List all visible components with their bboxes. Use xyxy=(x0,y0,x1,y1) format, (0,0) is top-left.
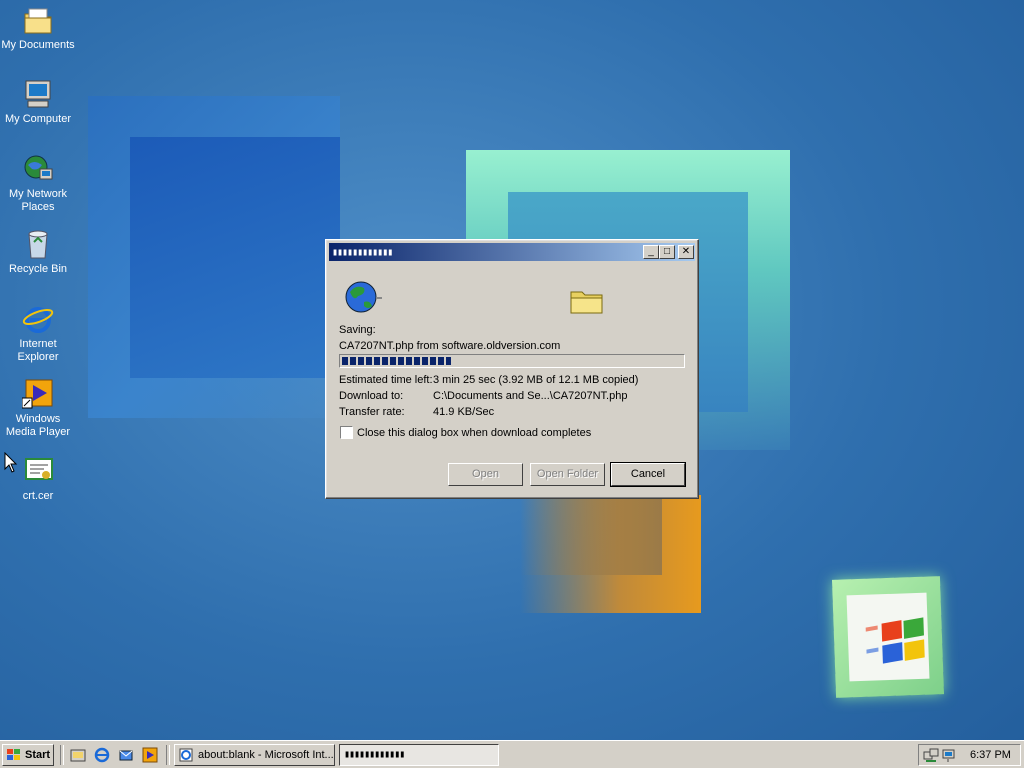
download-dialog: ▮▮▮▮▮▮▮▮▮▮▮▮ _ □ ✕ Saving: CA7207NT.php … xyxy=(325,239,699,499)
network-places-icon xyxy=(22,153,54,185)
show-desktop-icon[interactable] xyxy=(70,747,86,763)
download-to-label: Download to: xyxy=(339,390,404,402)
close-when-done-checkbox[interactable] xyxy=(340,426,353,439)
ie-page-icon xyxy=(179,748,193,762)
close-button[interactable]: ✕ xyxy=(678,245,694,259)
desktop-icon-internet-explorer[interactable]: Internet Explorer xyxy=(0,303,76,364)
mouse-cursor-icon xyxy=(4,452,18,473)
desktop-icon-my-computer[interactable]: My Computer xyxy=(0,78,76,126)
taskbar-separator xyxy=(60,745,64,765)
dialog-titlebar[interactable]: ▮▮▮▮▮▮▮▮▮▮▮▮ _ □ ✕ xyxy=(329,243,695,261)
task-label: ▮▮▮▮▮▮▮▮▮▮▮▮ xyxy=(344,749,405,760)
internet-explorer-icon xyxy=(22,303,54,335)
start-label: Start xyxy=(25,749,51,761)
globe-icon xyxy=(345,281,382,313)
media-player-quicklaunch-icon[interactable] xyxy=(142,747,158,763)
time-left-value: 3 min 25 sec (3.92 MB of 12.1 MB copied) xyxy=(433,374,639,386)
saving-label: Saving: xyxy=(339,324,376,336)
windows-logo-icon xyxy=(831,576,945,698)
progress-fill xyxy=(342,357,451,365)
minimize-button[interactable]: _ xyxy=(643,245,659,259)
time-left-label: Estimated time left: xyxy=(339,374,433,386)
start-button[interactable]: Start xyxy=(2,744,54,766)
desktop-icon-recycle-bin[interactable]: Recycle Bin xyxy=(0,228,76,276)
title-progress-text: ▮▮▮▮▮▮▮▮▮▮▮▮ xyxy=(332,247,393,258)
download-to-value: C:\Documents and Se...\CA7207NT.php xyxy=(433,390,628,402)
internet-explorer-quicklaunch-icon[interactable] xyxy=(94,747,110,763)
my-computer-icon xyxy=(22,78,54,110)
maximize-button[interactable]: □ xyxy=(659,245,675,259)
download-progress-bar xyxy=(339,354,685,368)
outlook-express-icon[interactable] xyxy=(118,747,134,763)
desktop-icon-network-places[interactable]: My Network Places xyxy=(0,153,76,214)
close-when-done-label[interactable]: Close this dialog box when download comp… xyxy=(357,427,591,439)
transfer-rate-label: Transfer rate: xyxy=(339,406,405,418)
taskbar-task-ie[interactable]: about:blank - Microsoft Int... xyxy=(174,744,335,766)
taskbar: Start about:blank - Microsoft Int... ▮▮▮… xyxy=(0,740,1024,768)
taskbar-task-download[interactable]: ▮▮▮▮▮▮▮▮▮▮▮▮ xyxy=(339,744,499,766)
connection-icon[interactable] xyxy=(941,747,957,763)
task-label: about:blank - Microsoft Int... xyxy=(198,749,334,761)
desktop-icon-my-documents[interactable]: My Documents xyxy=(0,4,76,52)
open-button[interactable]: Open xyxy=(448,463,523,486)
wallpaper-orange-inner xyxy=(520,495,662,575)
system-tray: 6:37 PM xyxy=(918,744,1021,766)
network-status-icon[interactable] xyxy=(923,747,939,763)
wallpaper-blue-panel xyxy=(130,137,340,378)
folder-icon xyxy=(570,291,603,314)
recycle-bin-icon xyxy=(22,228,54,260)
cancel-button[interactable]: Cancel xyxy=(610,462,686,487)
file-source-text: CA7207NT.php from software.oldversion.co… xyxy=(339,340,561,352)
clock[interactable]: 6:37 PM xyxy=(970,749,1011,761)
open-folder-button[interactable]: Open Folder xyxy=(530,463,605,486)
transfer-rate-value: 41.9 KB/Sec xyxy=(433,406,495,418)
taskbar-separator xyxy=(166,745,170,765)
certificate-icon xyxy=(22,455,54,487)
media-player-icon xyxy=(21,378,54,410)
my-documents-icon xyxy=(22,4,54,36)
windows-flag-icon xyxy=(7,749,20,760)
desktop-icon-media-player[interactable]: Windows Media Player xyxy=(0,378,76,439)
